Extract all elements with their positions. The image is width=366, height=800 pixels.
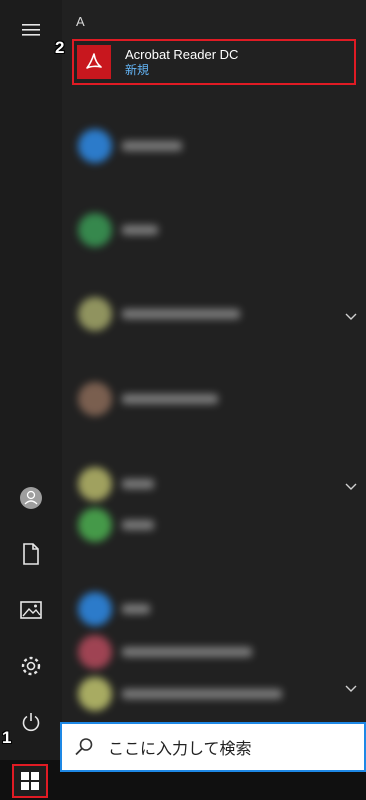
- start-button[interactable]: [12, 764, 48, 798]
- blurred-app[interactable]: [72, 630, 356, 676]
- pictures-icon: [20, 601, 42, 619]
- blurred-app[interactable]: [72, 292, 356, 338]
- chevron-down-icon[interactable]: [344, 480, 358, 494]
- app-acrobat-text: Acrobat Reader DC 新規: [111, 47, 238, 77]
- app-list: A Acrobat Reader DC 新規: [62, 0, 366, 760]
- acrobat-icon: [77, 45, 111, 79]
- new-badge: 新規: [125, 63, 150, 77]
- account-button[interactable]: [0, 474, 62, 522]
- app-name: Acrobat Reader DC: [125, 47, 239, 62]
- step-1-label: 1: [2, 728, 12, 747]
- blurred-app[interactable]: [72, 208, 356, 254]
- chevron-down-icon[interactable]: [344, 310, 358, 324]
- start-menu-rail: [0, 0, 62, 760]
- blurred-app[interactable]: [72, 377, 356, 423]
- hamburger-icon: [22, 24, 40, 36]
- windows-icon: [21, 772, 39, 790]
- search-icon: [75, 738, 93, 756]
- app-acrobat-reader[interactable]: Acrobat Reader DC 新規: [72, 39, 356, 85]
- search-placeholder: ここに入力して検索: [108, 741, 252, 758]
- blurred-app[interactable]: [72, 503, 356, 549]
- documents-button[interactable]: [0, 530, 62, 578]
- settings-button[interactable]: [0, 642, 62, 690]
- blurred-app[interactable]: [72, 124, 356, 170]
- blurred-app[interactable]: [72, 587, 356, 633]
- chevron-down-icon[interactable]: [344, 682, 358, 696]
- blurred-app[interactable]: [72, 672, 356, 718]
- pictures-button[interactable]: [0, 586, 62, 634]
- documents-icon: [23, 543, 39, 565]
- section-letter[interactable]: A: [76, 14, 85, 29]
- power-icon: [22, 713, 40, 732]
- user-icon: [20, 487, 42, 509]
- expand-menu-button[interactable]: [0, 6, 62, 54]
- blurred-app[interactable]: [72, 462, 356, 508]
- settings-icon: [21, 656, 41, 676]
- step-2-label: 2: [55, 38, 65, 57]
- search-input[interactable]: ここに入力して検索: [60, 722, 366, 772]
